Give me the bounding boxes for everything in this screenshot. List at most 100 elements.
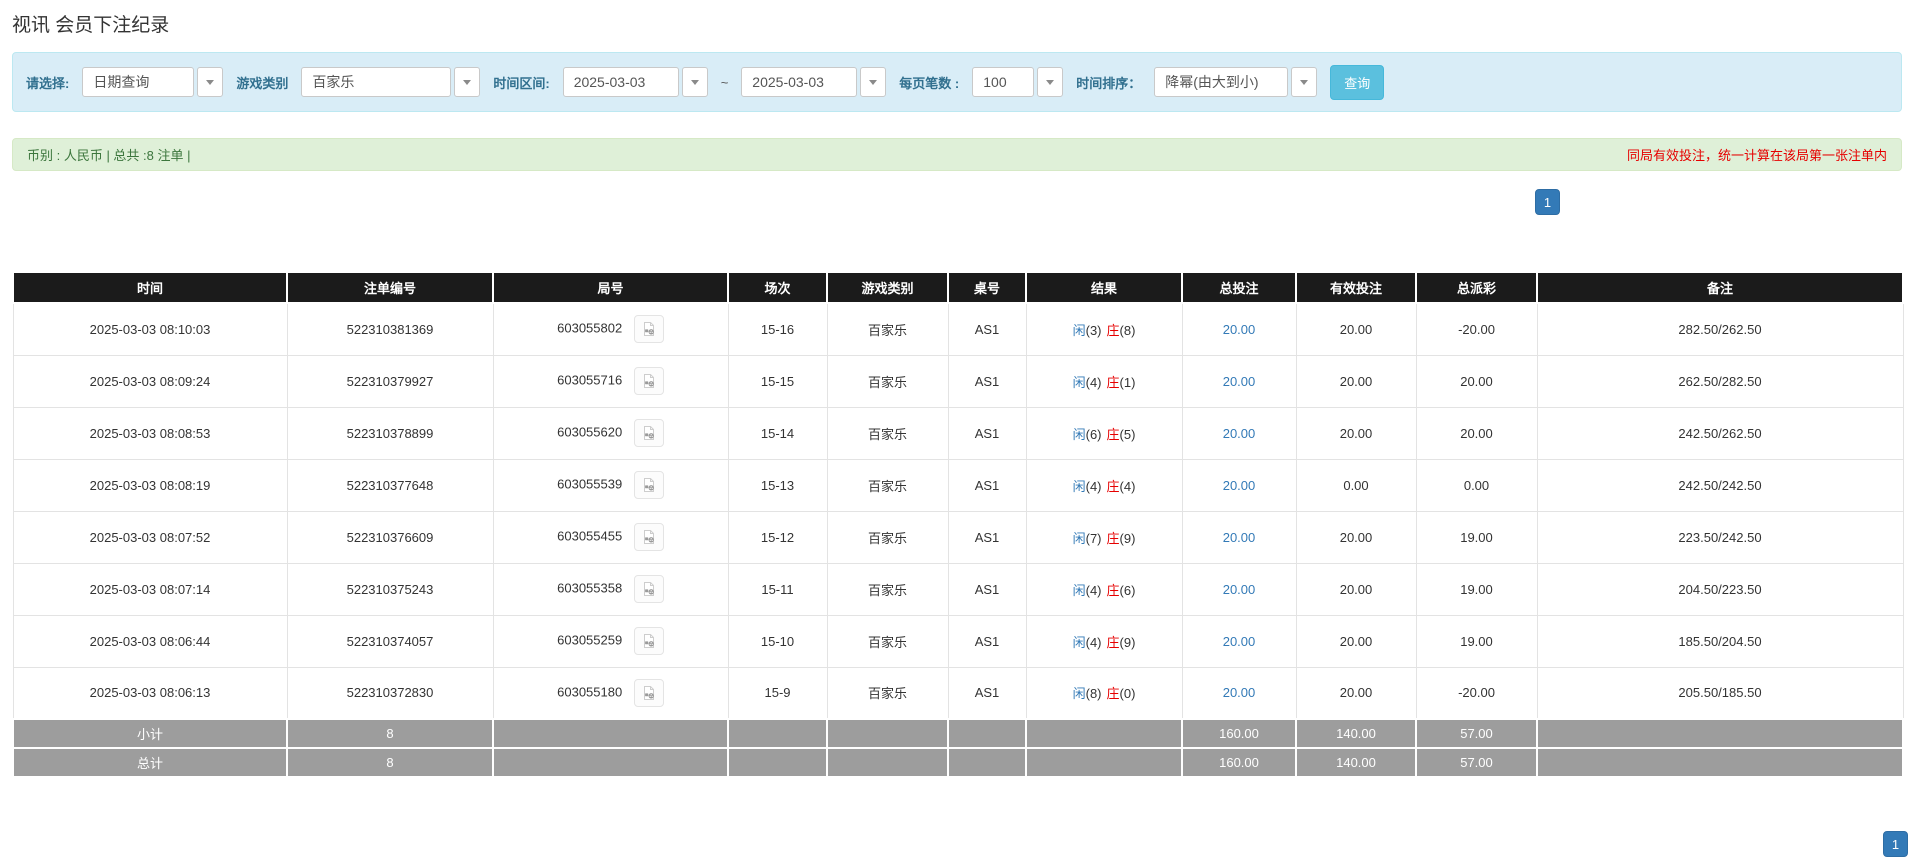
cell-table-number: AS1 [947, 354, 1027, 408]
query-button[interactable]: 查询 [1330, 64, 1385, 100]
column-header: 总派彩 [1415, 271, 1538, 304]
chevron-down-icon [869, 79, 878, 85]
video-file-icon [643, 582, 654, 596]
result-player-score: (3) [1085, 322, 1102, 338]
per-page-dropdown-button[interactable] [1037, 67, 1064, 97]
date-from-select[interactable]: 2025-03-03 [562, 67, 708, 97]
date-from-value[interactable]: 2025-03-03 [562, 67, 679, 97]
filter-panel: 请选择: 日期查询 游戏类别 百家乐 时间区间: 2025-03-03 ~ 20… [12, 52, 1902, 112]
result-banker-score: (8) [1119, 322, 1136, 338]
cell-round-number: 603055180 [492, 666, 729, 720]
page-title: 视讯 会员下注纪录 [12, 15, 170, 36]
result-banker-score: (0) [1119, 686, 1136, 702]
query-type-value[interactable]: 日期查询 [82, 67, 195, 97]
table-row: 2025-03-03 08:08:53 522310378899 6030556… [12, 406, 1904, 460]
summary-bar: 币别 : 人民币 | 总共 :8 注单 | 同局有效投注，统一计算在该局第一张注… [12, 138, 1902, 171]
total-bet-link[interactable]: 20.00 [1223, 426, 1256, 441]
page-1-button-bottom[interactable]: 1 [1883, 831, 1908, 857]
cell-payout: 20.00 [1415, 354, 1538, 408]
subtotal-payout: 57.00 [1415, 718, 1538, 749]
game-category-dropdown-button[interactable] [454, 67, 481, 97]
time-sort-label: 时间排序： [1076, 75, 1142, 91]
cell-table-number: AS1 [947, 614, 1027, 668]
pagination-top: 1 [12, 189, 1902, 215]
video-replay-button[interactable] [633, 315, 664, 344]
cell-total-bet: 20.00 [1181, 614, 1297, 668]
cell-result: 闲(4) 庄(4) [1025, 458, 1183, 512]
per-page-value[interactable]: 100 [972, 67, 1035, 97]
cell-result: 闲(7) 庄(9) [1025, 510, 1183, 564]
video-replay-button[interactable] [633, 678, 664, 707]
video-replay-button[interactable] [633, 367, 664, 395]
page-1-button[interactable]: 1 [1535, 189, 1560, 215]
total-bet-link[interactable]: 20.00 [1223, 530, 1256, 545]
date-to-value[interactable]: 2025-03-03 [741, 67, 858, 97]
total-bet-link[interactable]: 20.00 [1223, 374, 1256, 389]
video-file-icon [643, 634, 654, 648]
video-replay-button[interactable] [633, 419, 664, 447]
time-sort-select[interactable]: 降幂(由大到小) [1154, 67, 1318, 97]
subtotal-label: 小计 [12, 718, 288, 749]
cell-time: 2025-03-03 08:06:13 [12, 666, 288, 720]
result-banker-label: 庄 [1106, 582, 1120, 598]
date-to-dropdown-button[interactable] [860, 67, 887, 97]
cell-round-number: 603055539 [492, 458, 729, 512]
total-bet-link[interactable]: 20.00 [1223, 478, 1256, 493]
column-header: 注单编号 [286, 271, 494, 304]
result-player-label: 闲 [1072, 374, 1086, 390]
column-header: 局号 [492, 271, 729, 304]
date-from-dropdown-button[interactable] [681, 67, 708, 97]
cell-round-number: 603055259 [492, 614, 729, 668]
cell-time: 2025-03-03 08:08:53 [12, 406, 288, 460]
video-file-icon [643, 478, 654, 492]
table-row: 2025-03-03 08:06:13 522310372830 6030551… [12, 666, 1904, 720]
date-to-select[interactable]: 2025-03-03 [741, 67, 887, 97]
cell-valid-bet: 20.00 [1295, 406, 1417, 460]
game-category-select[interactable]: 百家乐 [301, 67, 481, 97]
video-replay-button[interactable] [633, 523, 664, 551]
cell-session: 15-9 [727, 666, 828, 720]
query-type-label: 请选择: [26, 75, 70, 91]
cell-valid-bet: 20.00 [1295, 510, 1417, 564]
total-bet-link[interactable]: 20.00 [1223, 582, 1256, 597]
cell-session: 15-16 [727, 302, 828, 356]
total-bet-link[interactable]: 20.00 [1223, 634, 1256, 649]
total-bet-link[interactable]: 20.00 [1223, 322, 1256, 337]
cell-time: 2025-03-03 08:10:03 [12, 302, 288, 356]
grand-total-valid-bet: 140.00 [1295, 747, 1417, 778]
result-banker-label: 庄 [1106, 426, 1120, 442]
column-header: 有效投注 [1295, 271, 1417, 304]
result-banker-score: (6) [1119, 582, 1136, 598]
query-type-select[interactable]: 日期查询 [82, 67, 224, 97]
total-bet-link[interactable]: 20.00 [1223, 685, 1256, 700]
time-sort-value[interactable]: 降幂(由大到小) [1154, 67, 1289, 97]
cell-game-category: 百家乐 [826, 458, 949, 512]
result-player-score: (7) [1085, 530, 1102, 546]
video-replay-button[interactable] [633, 471, 664, 499]
per-page-select[interactable]: 100 [972, 67, 1064, 97]
result-player-score: (8) [1085, 686, 1102, 702]
result-player-score: (4) [1085, 478, 1102, 494]
time-range-label: 时间区间: [493, 75, 550, 91]
cell-valid-bet: 20.00 [1295, 302, 1417, 356]
cell-time: 2025-03-03 08:09:24 [12, 354, 288, 408]
result-banker-label: 庄 [1106, 478, 1120, 494]
cell-bet-number: 522310377648 [286, 458, 494, 512]
cell-valid-bet: 20.00 [1295, 354, 1417, 408]
cell-remark: 204.50/223.50 [1536, 562, 1904, 616]
chevron-down-icon [1300, 79, 1309, 85]
grand-total-payout: 57.00 [1415, 747, 1538, 778]
result-banker-score: (9) [1119, 530, 1136, 546]
result-banker-label: 庄 [1106, 686, 1120, 702]
query-type-dropdown-button[interactable] [197, 67, 224, 97]
video-replay-button[interactable] [633, 627, 664, 655]
column-header: 场次 [727, 271, 828, 304]
game-category-value[interactable]: 百家乐 [301, 67, 452, 97]
cell-time: 2025-03-03 08:08:19 [12, 458, 288, 512]
table-header-row: 时间 注单编号 局号 场次 游戏类别 桌号 结果 总投注 有效投注 总派彩 备注 [12, 271, 1904, 304]
time-sort-dropdown-button[interactable] [1291, 67, 1318, 97]
cell-table-number: AS1 [947, 302, 1027, 356]
result-banker-score: (5) [1119, 426, 1136, 442]
video-replay-button[interactable] [633, 575, 664, 603]
cell-remark: 242.50/242.50 [1536, 458, 1904, 512]
